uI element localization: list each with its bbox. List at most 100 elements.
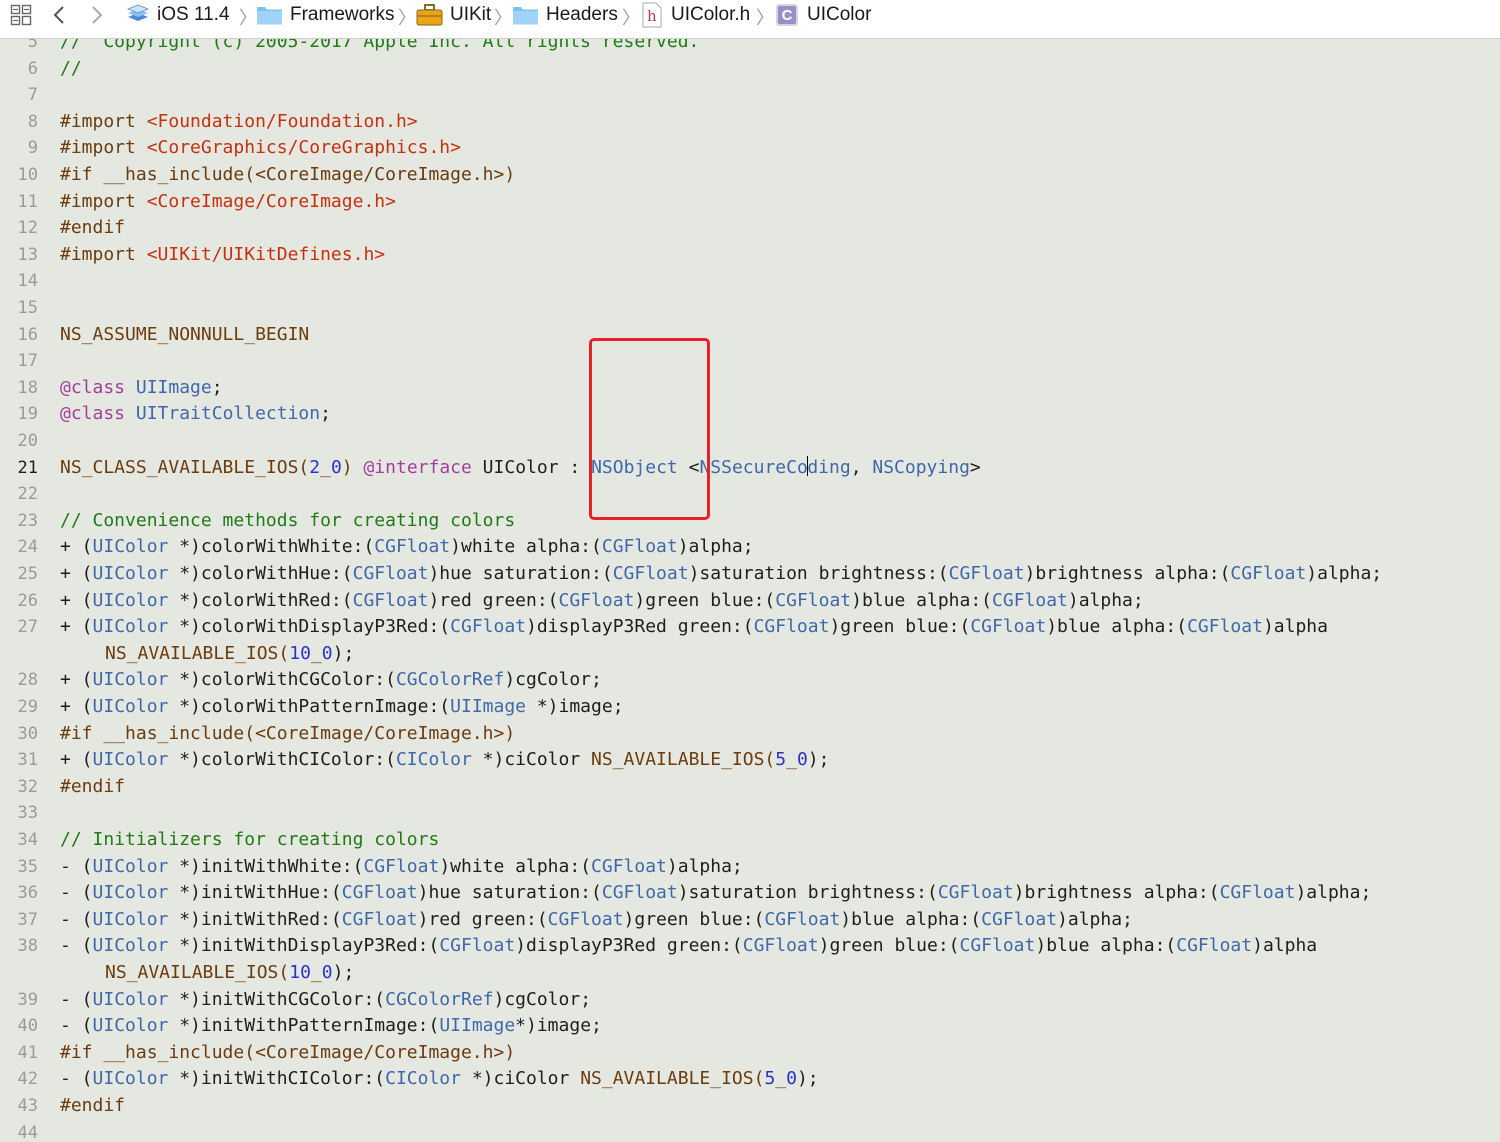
- code-line[interactable]: 37- (UIColor *)initWithRed:(CGFloat)red …: [0, 907, 1500, 933]
- code-line-continuation[interactable]: NS_AVAILABLE_IOS(10_0);: [0, 960, 1500, 986]
- code-token-type: CGFloat: [374, 536, 451, 558]
- line-number: 40: [17, 1016, 38, 1037]
- chevron-right-icon: 〉: [494, 8, 512, 29]
- code-token-plain: *)colorWithRed:(: [168, 589, 353, 611]
- sdk-stack-icon: [126, 3, 150, 27]
- code-text: // Initializers for creating colors: [60, 827, 439, 853]
- code-token-plain: *)initWithCGColor:(: [168, 988, 386, 1010]
- line-number: 44: [17, 1122, 38, 1142]
- code-line[interactable]: 16 NS_ASSUME_NONNULL_BEGIN: [0, 322, 1500, 348]
- code-line-continuation[interactable]: NS_AVAILABLE_IOS(10_0);: [0, 641, 1500, 667]
- code-line[interactable]: 11 #import <CoreImage/CoreImage.h>: [0, 189, 1500, 215]
- code-line[interactable]: 28 + (UIColor *)colorWithCGColor:(CGColor…: [0, 667, 1500, 693]
- code-token-type: CGFloat: [601, 882, 678, 904]
- code-token-plain: )blue alpha:(: [840, 908, 982, 930]
- code-line[interactable]: 5 // Copyright (c) 2005-2017 Apple Inc. A…: [0, 39, 1500, 55]
- code-line[interactable]: 23 // Convenience methods for creating co…: [0, 508, 1500, 534]
- code-token-plain: + (: [60, 589, 93, 611]
- code-token-type: CIColor: [395, 749, 472, 771]
- code-token-type: CGFloat: [341, 908, 418, 930]
- code-token-type: CGFloat: [558, 589, 635, 611]
- code-token-pre: #if __has_include(<CoreImage/CoreImage.h…: [60, 722, 516, 744]
- code-line[interactable]: 32 #endif: [0, 774, 1500, 800]
- line-number: 36: [17, 883, 38, 904]
- breadcrumb-label: UIColor.h: [671, 4, 751, 25]
- code-token-num: 0: [796, 749, 808, 771]
- code-token-type: CGFloat: [742, 935, 819, 957]
- code-text: - (UIColor *)initWithPatternImage:(UIIma…: [60, 1013, 602, 1039]
- code-line[interactable]: 31 + (UIColor *)colorWithCIColor:(CIColor…: [0, 747, 1500, 773]
- code-token-plain: )alpha: [1252, 935, 1318, 957]
- code-token-plain: *)ciColor: [471, 749, 592, 771]
- code-token-type: UIColor: [92, 1068, 169, 1090]
- code-token-pre: _: [310, 962, 322, 983]
- code-line[interactable]: 34 // Initializers for creating colors: [0, 827, 1500, 853]
- code-token-plain: >: [969, 456, 981, 478]
- code-line[interactable]: 43 #endif: [0, 1093, 1500, 1119]
- breadcrumb-uikit[interactable]: UIKit: [416, 0, 491, 30]
- forward-arrow-icon[interactable]: [90, 0, 104, 30]
- code-token-kw: @class: [60, 403, 126, 425]
- line-number: 38: [17, 936, 38, 957]
- related-items-grid-icon[interactable]: [10, 0, 32, 30]
- code-line[interactable]: 44: [0, 1120, 1500, 1142]
- code-line[interactable]: 21 NS_CLASS_AVAILABLE_IOS(2_0) @interface…: [0, 455, 1500, 481]
- code-line[interactable]: 38- (UIColor *)initWithDisplayP3Red:(CGF…: [0, 933, 1500, 959]
- breadcrumb-headers[interactable]: Headers: [512, 0, 618, 30]
- code-line[interactable]: 19 @class UITraitCollection;: [0, 401, 1500, 427]
- code-line[interactable]: 7: [0, 82, 1500, 108]
- code-line[interactable]: 6 //: [0, 56, 1500, 82]
- line-number: 29: [17, 697, 38, 717]
- code-token-type: CGFloat: [341, 882, 418, 904]
- code-line[interactable]: 14: [0, 268, 1500, 294]
- line-number: 24: [17, 537, 38, 558]
- code-token-pre: NS_AVAILABLE_IOS(: [591, 749, 776, 771]
- code-line[interactable]: 13 #import <UIKit/UIKitDefines.h>: [0, 242, 1500, 268]
- code-line[interactable]: 8 #import <Foundation/Foundation.h>: [0, 109, 1500, 135]
- code-token-num: 10: [289, 962, 311, 983]
- code-line[interactable]: 18 @class UIImage;: [0, 375, 1500, 401]
- code-line[interactable]: 15: [0, 295, 1500, 321]
- code-token-type: UIColor: [92, 749, 169, 771]
- code-token-type: CGFloat: [450, 616, 526, 638]
- code-line[interactable]: 40 - (UIColor *)initWithPatternImage:(UII…: [0, 1013, 1500, 1039]
- breadcrumb-frameworks[interactable]: Frameworks: [256, 0, 395, 30]
- back-arrow-icon[interactable]: [52, 0, 66, 30]
- line-number: 39: [17, 989, 38, 1010]
- code-line[interactable]: 39 - (UIColor *)initWithCGColor:(CGColorR…: [0, 987, 1500, 1013]
- code-line[interactable]: 29 + (UIColor *)colorWithPatternImage:(UI…: [0, 694, 1500, 720]
- source-editor[interactable]: 5 // Copyright (c) 2005-2017 Apple Inc. A…: [0, 39, 1500, 1142]
- code-line[interactable]: 41 #if __has_include(<CoreImage/CoreImage…: [0, 1040, 1500, 1066]
- code-line[interactable]: 30 #if __has_include(<CoreImage/CoreImage…: [0, 721, 1500, 747]
- code-token-plain: )hue saturation:(: [428, 563, 613, 584]
- code-line[interactable]: 9 #import <CoreGraphics/CoreGraphics.h>: [0, 135, 1500, 161]
- breadcrumb-class[interactable]: C UIColor: [776, 0, 871, 30]
- code-line[interactable]: 20: [0, 428, 1500, 454]
- line-number: 23: [17, 510, 38, 531]
- code-token-comment: //: [60, 57, 82, 79]
- code-token-type: CGFloat: [601, 536, 678, 558]
- code-token-pre: #endif: [60, 217, 126, 239]
- code-token-plain: *)colorWithHue:(: [168, 563, 353, 584]
- code-token-num: 0: [330, 456, 342, 478]
- code-line[interactable]: 22: [0, 481, 1500, 507]
- code-line[interactable]: 33: [0, 800, 1500, 826]
- code-line[interactable]: 17: [0, 348, 1500, 374]
- code-line[interactable]: 24 + (UIColor *)colorWithWhite:(CGFloat)w…: [0, 534, 1500, 560]
- chevron-right-icon: 〉: [398, 8, 416, 29]
- code-line[interactable]: 10 #if __has_include(<CoreImage/CoreImage…: [0, 162, 1500, 188]
- code-token-pre: #endif: [60, 775, 126, 797]
- code-text: //: [60, 56, 82, 82]
- code-token-type: CGFloat: [775, 589, 852, 611]
- code-line[interactable]: 27 + (UIColor *)colorWithDisplayP3Red:(CG…: [0, 614, 1500, 640]
- code-line[interactable]: 42 - (UIColor *)initWithCIColor:(CIColor …: [0, 1066, 1500, 1092]
- code-line[interactable]: 36- (UIColor *)initWithHue:(CGFloat)hue …: [0, 880, 1500, 906]
- code-line[interactable]: 26 + (UIColor *)colorWithRed:(CGFloat)red…: [0, 588, 1500, 614]
- code-line[interactable]: 12 #endif: [0, 215, 1500, 241]
- code-line[interactable]: 25 + (UIColor *)colorWithHue:(CGFloat)hue…: [0, 561, 1500, 587]
- code-token-type: NSCopying: [872, 456, 970, 478]
- breadcrumb-header-file[interactable]: h UIColor.h: [642, 0, 750, 30]
- code-line[interactable]: 35- (UIColor *)initWithWhite:(CGFloat)wh…: [0, 854, 1500, 880]
- breadcrumb-ios-sdk[interactable]: iOS 11.4: [126, 0, 230, 30]
- code-text: #if __has_include(<CoreImage/CoreImage.h…: [60, 1040, 515, 1066]
